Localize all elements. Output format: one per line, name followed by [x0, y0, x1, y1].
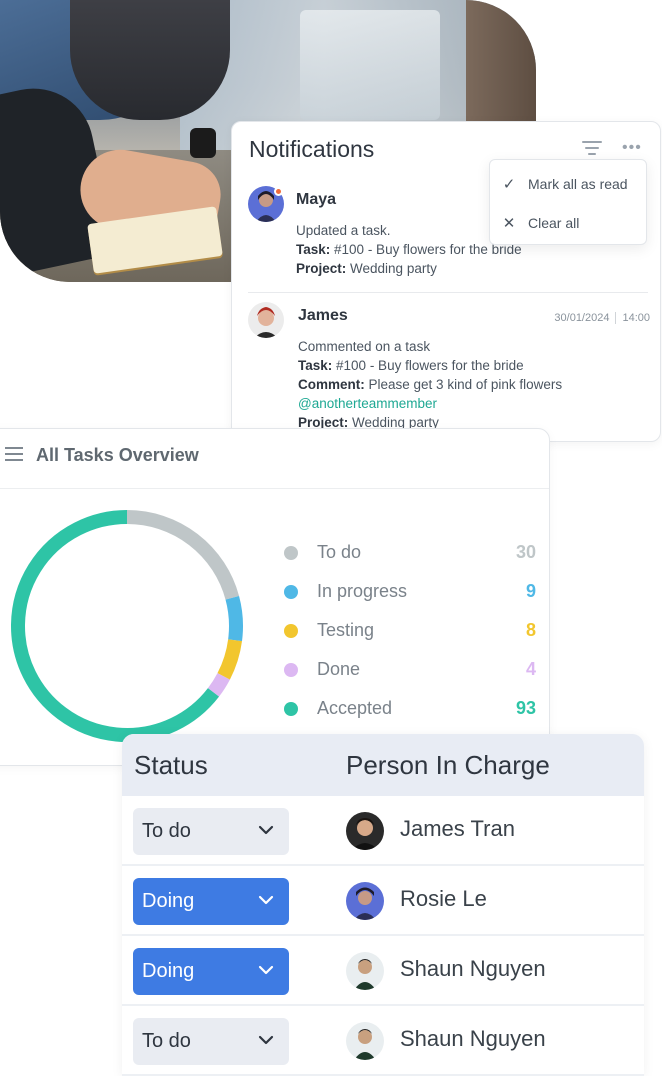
status-dropdown[interactable]: To do — [133, 1018, 289, 1065]
person-name: Rosie Le — [400, 886, 487, 911]
legend-item: To do 30 — [284, 541, 536, 565]
legend-value: 30 — [515, 542, 536, 562]
legend-dot — [284, 702, 298, 716]
avatar — [248, 302, 284, 338]
project-value: Wedding party — [350, 261, 437, 276]
check-icon: ✓ — [502, 176, 516, 193]
donut-chart — [11, 510, 243, 742]
divider — [248, 292, 648, 293]
legend-value: 93 — [515, 698, 536, 718]
donut-slice-in-progress — [225, 595, 243, 642]
donut-slice-accepted — [11, 510, 220, 742]
chevron-down-icon — [258, 825, 274, 835]
task-value: #100 - Buy flowers for the bride — [336, 358, 524, 373]
legend-value: 9 — [525, 581, 536, 601]
table-row: Doing Rosie Le — [122, 866, 644, 936]
notification-timestamp: 30/01/2024 14:00 — [554, 312, 650, 325]
legend-label: Testing — [317, 620, 375, 640]
task-label: Task: — [298, 358, 333, 373]
legend-dot — [284, 546, 298, 560]
clear-all-item[interactable]: ✕ Clear all — [500, 213, 580, 233]
clear-all-label: Clear all — [528, 215, 580, 231]
legend-item: In progress 9 — [284, 580, 536, 604]
table-row: To do James Tran — [122, 796, 644, 866]
notifications-title: Notifications — [249, 136, 375, 162]
person-column-header: Person In Charge — [346, 750, 550, 780]
notification-item[interactable]: James 30/01/2024 14:00 Commented on a tas… — [248, 302, 650, 432]
task-label: Task: — [296, 242, 331, 257]
avatar — [346, 952, 384, 990]
mark-all-read-label: Mark all as read — [528, 176, 628, 192]
status-value: Doing — [142, 960, 195, 982]
notifications-panel: Notifications ••• ✓ Mark all as read ✕ C… — [231, 121, 661, 442]
legend-value: 4 — [525, 659, 536, 679]
person-name: Shaun Nguyen — [400, 956, 546, 981]
legend-label: Accepted — [317, 698, 393, 718]
comment-label: Comment: — [298, 377, 365, 392]
notifications-menu: ✓ Mark all as read ✕ Clear all — [489, 159, 647, 245]
person-name: James Tran — [400, 816, 515, 841]
status-dropdown[interactable]: Doing — [133, 948, 289, 995]
notification-action: Commented on a task — [298, 339, 431, 354]
notification-action: Updated a task. — [296, 223, 391, 238]
notification-body: Updated a task. Task: #100 - Buy flowers… — [296, 221, 522, 278]
legend-label: To do — [317, 542, 362, 562]
legend-label: Done — [317, 659, 361, 679]
avatar — [346, 812, 384, 850]
notification-sender: James — [298, 307, 348, 324]
status-table: Status Person In Charge To do James Tran D… — [122, 734, 644, 1076]
status-column-header: Status — [134, 750, 208, 780]
unread-dot — [274, 187, 283, 196]
table-header: Status Person In Charge — [122, 734, 644, 796]
legend-value: 8 — [525, 620, 536, 640]
notification-time: 14:00 — [622, 312, 650, 324]
comment-value: Please get 3 kind of pink flowers — [368, 377, 563, 392]
mention-link[interactable]: @anotherteammember — [298, 394, 562, 413]
donut-slice-testing — [217, 639, 243, 680]
table-row: To do Shaun Nguyen — [122, 1006, 644, 1076]
legend-dot — [284, 624, 298, 638]
legend-item: Done 4 — [284, 658, 536, 682]
donut-slice-done — [207, 672, 230, 697]
chevron-down-icon — [258, 1035, 274, 1045]
notification-body: Commented on a task Task: #100 - Buy flo… — [298, 337, 562, 432]
person-name: Shaun Nguyen — [400, 1026, 546, 1051]
more-horizontal-icon[interactable]: ••• — [622, 139, 642, 157]
avatar — [346, 1022, 384, 1060]
close-icon: ✕ — [502, 215, 516, 232]
status-value: To do — [142, 1030, 191, 1052]
notification-sender: Maya — [296, 191, 337, 208]
donut-slice-to-do — [126, 510, 240, 600]
chevron-down-icon — [258, 965, 274, 975]
legend-item: Accepted 93 — [284, 697, 536, 721]
status-dropdown[interactable]: To do — [133, 808, 289, 855]
status-value: To do — [142, 820, 191, 842]
project-label: Project: — [296, 261, 347, 276]
status-dropdown[interactable]: Doing — [133, 878, 289, 925]
legend-label: In progress — [317, 581, 408, 601]
filter-icon[interactable] — [582, 141, 602, 157]
legend-dot — [284, 663, 298, 677]
status-value: Doing — [142, 890, 195, 912]
table-row: Doing Shaun Nguyen — [122, 936, 644, 1006]
mark-all-read-item[interactable]: ✓ Mark all as read — [500, 174, 628, 194]
legend-item: Testing 8 — [284, 619, 536, 643]
avatar — [346, 882, 384, 920]
chevron-down-icon — [258, 895, 274, 905]
legend-dot — [284, 585, 298, 599]
tasks-overview-card: All Tasks Overview To do 30 In progress 9 Te… — [0, 428, 550, 766]
notification-date: 30/01/2024 — [554, 312, 610, 324]
